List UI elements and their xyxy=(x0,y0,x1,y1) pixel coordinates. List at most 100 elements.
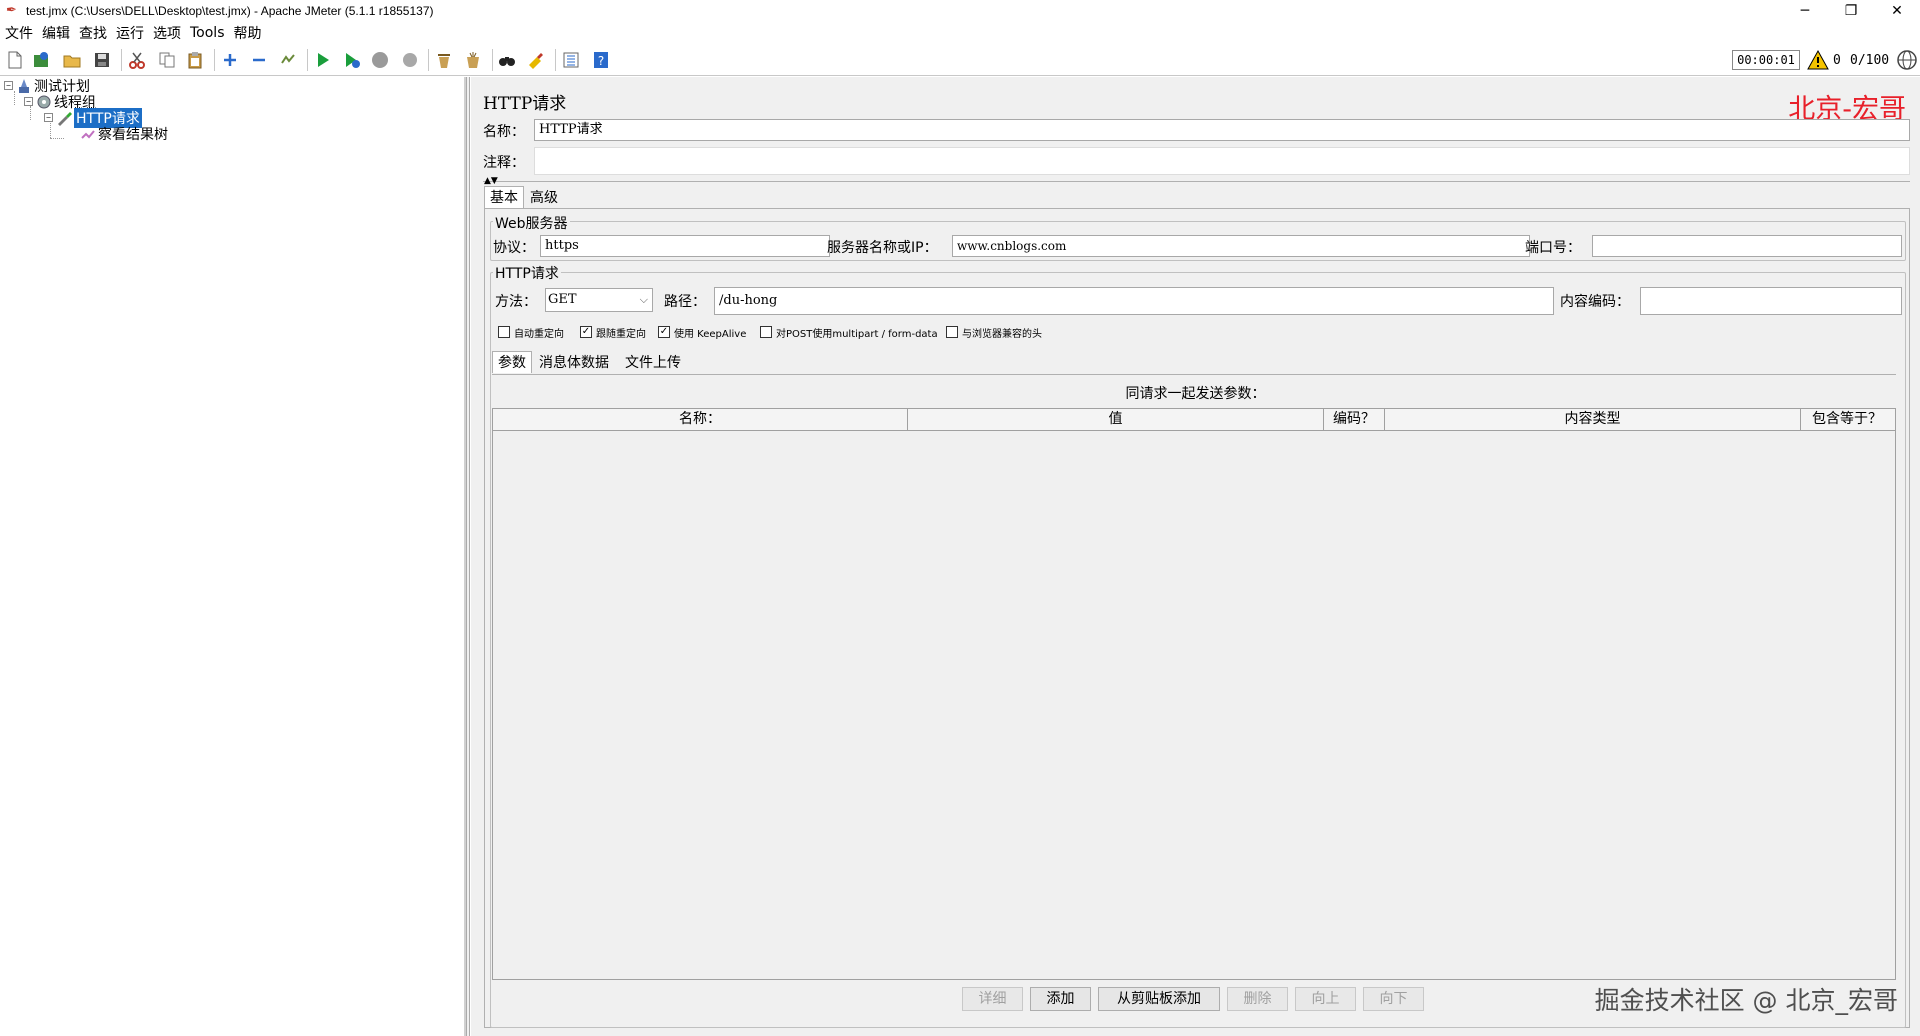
warning-count: 0 xyxy=(1833,53,1841,68)
checkbox-label: 对POST使用multipart / form-data xyxy=(776,328,938,340)
keepalive-checkbox[interactable]: ✓ 使用 KeepAlive xyxy=(658,325,746,340)
checkbox-box[interactable] xyxy=(946,326,958,338)
auto-redirect-checkbox[interactable]: 自动重定向 xyxy=(498,325,564,340)
warning-icon[interactable] xyxy=(1807,49,1829,71)
cut-icon[interactable] xyxy=(127,50,147,70)
protocol-label: 协议： xyxy=(493,240,535,256)
listener-chart-icon xyxy=(81,129,95,139)
restore-button[interactable]: ❐ xyxy=(1828,0,1874,22)
column-header-encode[interactable]: 编码？ xyxy=(1324,409,1385,431)
collapse-all-icon[interactable] xyxy=(249,50,269,70)
collapse-toggle-icon[interactable]: − xyxy=(4,81,13,90)
tab-files-upload[interactable]: 文件上传 xyxy=(620,352,686,374)
detail-button[interactable]: 详细 xyxy=(962,987,1023,1011)
window-title: test.jmx (C:\Users\DELL\Desktop\test.jmx… xyxy=(26,4,434,18)
http-request-panel: HTTP请求 北京-宏哥 名称： HTTP请求 注释： ▲▼ 基本 高级 Web… xyxy=(471,77,1920,1036)
server-field[interactable]: www.cnblogs.com xyxy=(952,235,1530,257)
menu-run[interactable]: 运行 xyxy=(112,23,148,43)
collapse-arrows-icon[interactable]: ▲▼ xyxy=(484,176,498,186)
checkbox-box[interactable] xyxy=(498,326,510,338)
parameters-table[interactable]: 名称： 值 编码？ 内容类型 包含等于？ xyxy=(492,408,1896,980)
collapse-toggle-icon[interactable]: − xyxy=(24,97,33,106)
checkbox-checked-icon[interactable]: ✓ xyxy=(658,326,670,338)
menu-options[interactable]: 选项 xyxy=(149,23,185,43)
follow-redirect-checkbox[interactable]: ✓ 跟随重定向 xyxy=(580,325,646,340)
open-folder-icon[interactable] xyxy=(62,50,82,70)
column-header-value[interactable]: 值 xyxy=(908,409,1324,431)
add-from-clipboard-button[interactable]: 从剪贴板添加 xyxy=(1098,987,1220,1011)
table-header: 名称： 值 编码？ 内容类型 包含等于？ xyxy=(493,409,1895,431)
paste-icon[interactable] xyxy=(185,50,205,70)
watermark-community: 掘金技术社区 @ 北京_宏哥 xyxy=(1594,986,1898,1015)
start-icon[interactable] xyxy=(313,50,333,70)
chevron-down-icon: ⌵ xyxy=(639,293,648,306)
column-header-name[interactable]: 名称： xyxy=(493,409,908,431)
search-binoculars-icon[interactable] xyxy=(497,50,517,70)
collapse-toggle-icon[interactable]: − xyxy=(44,113,53,122)
column-header-content-type[interactable]: 内容类型 xyxy=(1385,409,1801,431)
checkbox-checked-icon[interactable]: ✓ xyxy=(580,326,592,338)
clear-all-icon[interactable] xyxy=(463,50,483,70)
checkbox-box[interactable] xyxy=(760,326,772,338)
encoding-label: 内容编码： xyxy=(1560,294,1630,310)
browser-headers-checkbox[interactable]: 与浏览器兼容的头 xyxy=(946,325,1042,340)
multipart-checkbox[interactable]: 对POST使用multipart / form-data xyxy=(760,325,938,340)
menu-help[interactable]: 帮助 xyxy=(230,23,266,43)
menu-edit[interactable]: 编辑 xyxy=(38,23,74,43)
toggle-icon[interactable] xyxy=(278,50,298,70)
port-field[interactable] xyxy=(1592,235,1902,257)
sampler-pipette-icon xyxy=(58,111,72,126)
test-plan-tree: − 测试计划 − 线程组 − HTTP请求 察看结果树 xyxy=(0,77,466,1036)
menu-search[interactable]: 查找 xyxy=(75,23,111,43)
save-icon[interactable] xyxy=(92,50,112,70)
function-helper-icon[interactable] xyxy=(561,50,581,70)
clear-icon[interactable] xyxy=(434,50,454,70)
menu-file[interactable]: 文件 xyxy=(1,23,37,43)
tree-node-view-results-tree[interactable]: 察看结果树 xyxy=(80,125,168,143)
tab-basic[interactable]: 基本 xyxy=(484,186,524,208)
stop-icon[interactable] xyxy=(370,50,390,70)
tree-label-view-results-tree: 察看结果树 xyxy=(98,126,168,143)
test-plan-icon xyxy=(19,78,29,93)
reset-search-icon[interactable] xyxy=(526,50,546,70)
panel-title: HTTP请求 xyxy=(483,94,567,114)
minimize-button[interactable]: ─ xyxy=(1782,0,1828,22)
tab-body-data[interactable]: 消息体数据 xyxy=(534,352,614,374)
toolbar: ? 00:00:01 0 0/100 xyxy=(0,44,1920,76)
svg-text:?: ? xyxy=(598,54,604,68)
checkbox-label: 跟随重定向 xyxy=(596,328,646,340)
move-up-button[interactable]: 向上 xyxy=(1295,987,1356,1011)
copy-icon[interactable] xyxy=(157,50,177,70)
port-label: 端口号： xyxy=(1525,240,1581,256)
menu-tools[interactable]: Tools xyxy=(186,25,229,41)
tab-advanced[interactable]: 高级 xyxy=(525,187,563,209)
name-label: 名称： xyxy=(483,124,525,140)
tab-parameters[interactable]: 参数 xyxy=(492,351,532,373)
start-no-pauses-icon[interactable] xyxy=(342,50,362,70)
name-field[interactable]: HTTP请求 xyxy=(534,119,1910,141)
web-server-legend: Web服务器 xyxy=(493,213,570,233)
method-select[interactable]: GET ⌵ xyxy=(545,288,653,312)
path-field[interactable]: /du-hong xyxy=(714,287,1554,315)
new-file-icon[interactable] xyxy=(5,50,25,70)
checkbox-label: 自动重定向 xyxy=(514,328,564,340)
help-icon[interactable]: ? xyxy=(591,50,611,70)
comment-label: 注释： xyxy=(483,155,525,171)
move-down-button[interactable]: 向下 xyxy=(1363,987,1424,1011)
path-label: 路径： xyxy=(664,294,706,310)
column-header-include-equals[interactable]: 包含等于？ xyxy=(1801,409,1893,431)
remote-globe-icon[interactable] xyxy=(1896,49,1918,71)
encoding-field[interactable] xyxy=(1640,287,1902,315)
close-button[interactable]: ✕ xyxy=(1874,0,1920,22)
templates-icon[interactable] xyxy=(31,50,51,70)
add-button[interactable]: 添加 xyxy=(1030,987,1091,1011)
expand-all-icon[interactable] xyxy=(220,50,240,70)
delete-button[interactable]: 删除 xyxy=(1227,987,1288,1011)
params-caption: 同请求一起发送参数： xyxy=(1125,386,1266,402)
comment-field[interactable] xyxy=(534,147,1910,175)
active-threads: 0/100 xyxy=(1850,53,1890,68)
protocol-field[interactable]: https xyxy=(540,235,830,257)
shutdown-icon[interactable] xyxy=(400,50,420,70)
checkbox-label: 与浏览器兼容的头 xyxy=(962,328,1042,340)
panel-splitter[interactable] xyxy=(466,77,470,1036)
